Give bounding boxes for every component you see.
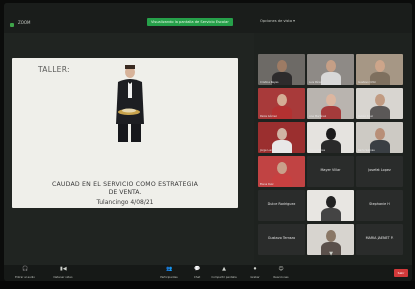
participant-face	[375, 94, 385, 106]
leave-button[interactable]: Salir	[394, 269, 408, 277]
chat-button[interactable]: 💬 Chat	[182, 266, 212, 280]
slide-date: Tulancingo 4/08/21	[96, 199, 154, 206]
participant-face	[326, 128, 336, 140]
participant-name: Gustavo Ortiz	[358, 81, 376, 84]
toolbar-label: Participantes	[160, 275, 178, 279]
waiter-illustration	[104, 62, 154, 142]
participant-name: Rubén Cruz	[358, 115, 373, 118]
participant-face	[277, 128, 287, 140]
participant-face	[326, 196, 336, 208]
audio-button[interactable]: 🎧 Entrar al audio	[10, 266, 40, 280]
participant-tile[interactable]: Paola Gómez	[258, 88, 305, 119]
monitor-frame: ZOOM Visualizando la pantalla de Servici…	[0, 0, 415, 289]
record-icon: ⏺	[253, 266, 257, 272]
chevron-down-icon[interactable]: ▼	[325, 251, 337, 257]
top-bar: ZOOM Visualizando la pantalla de Servici…	[4, 3, 412, 33]
participant-name: Luis Pérez	[309, 81, 322, 84]
participant-tile[interactable]: Dulce Rodriguez	[258, 190, 305, 221]
participant-tile[interactable]: Gustavo Terrazo	[258, 224, 305, 255]
participant-name: MARIA JAENET P.	[365, 236, 394, 240]
participant-face	[375, 128, 385, 140]
slide-heading: TALLER:	[38, 65, 70, 74]
participant-name: Dulce Rodriguez	[267, 202, 296, 206]
video-button[interactable]: ▮◀ Detener video	[48, 266, 78, 280]
participant-name: Ana Martínez	[309, 115, 327, 118]
participant-tile[interactable]: Gustavo Ortiz	[356, 54, 403, 85]
participant-face	[277, 60, 287, 72]
toolbar-label: Reacciones	[273, 275, 289, 279]
participant-video	[321, 208, 341, 221]
participant-tile[interactable]: Ana Martínez	[307, 88, 354, 119]
participant-tile[interactable]: Luis Pérez	[307, 54, 354, 85]
slide-title-line1: CAUDAD EN EL SERVICIO COMO ESTRATEGIA	[51, 181, 199, 188]
participant-name: Gustavo Terrazo	[267, 236, 296, 240]
zoom-window: ZOOM Visualizando la pantalla de Servici…	[4, 3, 412, 281]
share-icon: ▲	[222, 266, 226, 272]
participant-video	[272, 140, 292, 153]
participant-name: Paola Gómez	[260, 115, 277, 118]
participant-tile[interactable]: MARIA JAENET P.	[356, 224, 403, 255]
reactions-icon: ☺	[278, 266, 284, 272]
participant-video	[370, 106, 390, 119]
screen-share-notice: Visualizando la pantalla de Servicio Esc…	[147, 18, 233, 26]
toolbar-label: Detener video	[53, 275, 73, 279]
participant-tile[interactable]: Jorge Luna	[258, 122, 305, 153]
participant-name: Stephanie H	[369, 202, 390, 206]
toolbar-label: Chat	[193, 275, 201, 279]
participant-tile[interactable]: Stephanie H	[356, 190, 403, 221]
presentation-slide: TALLER: CAUDAD EN EL SERVICIO COMO ESTRA…	[12, 58, 238, 208]
participant-name: Cristina Reyes	[260, 81, 279, 84]
view-options-button[interactable]: Opciones de vista ▾	[260, 19, 295, 23]
participant-face	[326, 60, 336, 72]
participant-name: Diana Flores	[309, 149, 326, 152]
participant-tile[interactable]: Karla Salinas	[356, 122, 403, 153]
participant-tile[interactable]	[307, 190, 354, 221]
participant-tile[interactable]: Mayer Villar	[307, 156, 354, 187]
slide-title-line2: DE VENTA.	[108, 189, 142, 196]
app-title: ZOOM	[18, 20, 31, 25]
participants-icon: 👥	[166, 266, 173, 272]
participant-name: Mayer Villar	[320, 168, 341, 172]
meeting-toolbar: 🎧 Entrar al audio ▮◀ Detener video 👥 Particip…	[4, 265, 412, 281]
reactions-button[interactable]: ☺ Reacciones	[266, 266, 296, 280]
participants-button[interactable]: 👥 Participantes	[154, 266, 184, 280]
headphones-icon: 🎧	[22, 266, 29, 272]
participant-face	[277, 162, 287, 174]
participant-tile[interactable]: Josefat Lopez	[356, 156, 403, 187]
participant-tile[interactable]: Rubén Cruz	[356, 88, 403, 119]
share-screen-button[interactable]: ▲ Compartir pantalla	[209, 266, 239, 280]
toolbar-label: Compartir pantalla	[211, 275, 237, 279]
participant-tile[interactable]: Cristina Reyes	[258, 54, 305, 85]
toolbar-label: Entrar al audio	[15, 275, 35, 279]
shield-icon	[10, 23, 14, 27]
participant-video	[321, 72, 341, 85]
participant-name: Josefat Lopez	[368, 168, 391, 172]
participant-name: Jorge Luna	[260, 149, 274, 152]
participant-face	[277, 94, 287, 106]
chat-icon: 💬	[194, 266, 201, 272]
participant-tile[interactable]: Diana Flores	[307, 122, 354, 153]
participant-face	[375, 60, 385, 72]
participant-name: Elena Ruiz	[260, 183, 274, 186]
participant-face	[326, 230, 336, 242]
monitor-bezel	[0, 281, 415, 289]
participant-gallery: Cristina Reyes Luis Pérez Gustavo Ortiz Pao…	[258, 54, 408, 262]
participant-video	[272, 174, 292, 187]
camera-icon: ▮◀	[60, 266, 67, 272]
participant-face	[326, 94, 336, 106]
participant-tile[interactable]: Elena Ruiz	[258, 156, 305, 187]
participant-name: Karla Salinas	[358, 149, 375, 152]
